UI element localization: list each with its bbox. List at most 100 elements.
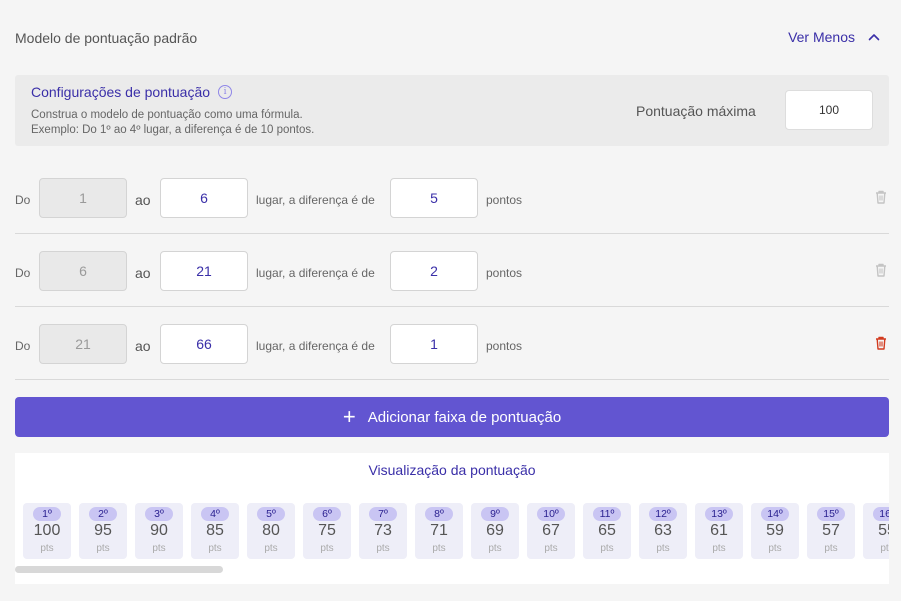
see-less-toggle[interactable]: Ver Menos [788,29,881,45]
points-value: 65 [598,522,616,539]
position-badge: 7º [369,507,397,521]
points-value: 59 [766,522,784,539]
max-score-input[interactable] [785,90,873,130]
position-badge: 3º [145,507,173,521]
points-unit: pts [488,543,502,554]
points-unit: pts [152,543,166,554]
score-card: 15º 57 pts [807,503,855,559]
points-value: 67 [542,522,560,539]
settings-example: Exemplo: Do 1º ao 4º lugar, a diferença … [31,124,315,136]
points-unit: pts [40,543,54,554]
score-visualization-title: Visualização da pontuação [368,462,536,478]
points-unit: pts [96,543,110,554]
points-unit: pts [656,543,670,554]
score-card: 5º 80 pts [247,503,295,559]
score-card: 1º 100 pts [23,503,71,559]
range-difference-input[interactable] [390,324,478,364]
score-range-row: Do ao lugar, a diferença é de pontos [15,234,889,307]
score-card: 13º 61 pts [695,503,743,559]
trash-icon [875,190,887,204]
to-label: ao [135,338,151,354]
position-badge: 5º [257,507,285,521]
difference-label: lugar, a diferença é de [256,266,375,280]
range-difference-input[interactable] [390,178,478,218]
points-value: 80 [262,522,280,539]
position-badge: 11º [593,507,621,521]
score-card: 2º 95 pts [79,503,127,559]
points-value: 95 [94,522,112,539]
see-less-label: Ver Menos [788,29,855,45]
points-unit: pts [824,543,838,554]
range-to-input[interactable] [160,324,248,364]
range-difference-input[interactable] [390,251,478,291]
add-score-range-label: Adicionar faixa de pontuação [367,408,562,426]
horizontal-scrollbar[interactable] [15,566,223,573]
settings-description: Construa o modelo de pontuação como uma … [31,109,303,121]
score-cards-strip: 1º 100 pts 2º 95 pts 3º 90 pts 4º 85 pts 5º 80 pts 6º 75… [23,503,889,559]
info-icon[interactable]: i [218,85,233,99]
from-label: Do [15,339,31,353]
points-value: 85 [206,522,224,539]
chevron-up-icon [867,30,881,44]
trash-icon[interactable] [875,336,887,350]
position-badge: 12º [649,507,677,521]
points-unit: pts [264,543,278,554]
scoring-settings-title: Configurações de pontuação i [31,84,233,100]
trash-icon [875,263,887,277]
points-value: 69 [486,522,504,539]
score-card: 14º 59 pts [751,503,799,559]
range-to-input[interactable] [160,251,248,291]
score-card: 12º 63 pts [639,503,687,559]
score-card: 6º 75 pts [303,503,351,559]
points-value: 55 [878,522,889,539]
points-unit: pts [600,543,614,554]
score-card: 10º 67 pts [527,503,575,559]
score-card: 4º 85 pts [191,503,239,559]
position-badge: 16º [873,507,889,521]
position-badge: 9º [481,507,509,521]
points-label: pontos [486,266,523,280]
points-unit: pts [880,543,889,554]
position-badge: 13º [705,507,733,521]
points-value: 73 [374,522,392,539]
score-range-row: Do ao lugar, a diferença é de pontos [15,161,889,234]
points-value: 63 [654,522,672,539]
position-badge: 15º [817,507,845,521]
points-value: 90 [150,522,168,539]
points-value: 57 [822,522,840,539]
points-value: 61 [710,522,728,539]
points-unit: pts [768,543,782,554]
points-unit: pts [376,543,390,554]
points-label: pontos [486,339,523,353]
points-value: 71 [430,522,448,539]
score-card: 7º 73 pts [359,503,407,559]
points-unit: pts [544,543,558,554]
position-badge: 6º [313,507,341,521]
difference-label: lugar, a diferença é de [256,339,375,353]
points-value: 75 [318,522,336,539]
score-card: 9º 69 pts [471,503,519,559]
position-badge: 4º [201,507,229,521]
score-card: 16º55 pts [863,503,889,559]
position-badge: 1º [33,507,61,521]
position-badge: 10º [537,507,565,521]
score-range-row: Do ao lugar, a diferença é de pontos [15,307,889,380]
score-card: 3º 90 pts [135,503,183,559]
range-from-input [39,324,127,364]
score-visualization-panel: Visualização da pontuação 1º 100 pts 2º 95 pt… [15,453,889,584]
score-card: 8º 71 pts [415,503,463,559]
range-from-input [39,251,127,291]
position-badge: 14º [761,507,789,521]
to-label: ao [135,265,151,281]
add-score-range-button[interactable]: + Adicionar faixa de pontuação [15,397,889,437]
points-unit: pts [208,543,222,554]
scoring-model-header: Modelo de pontuação padrão Ver Menos [15,28,889,48]
scoring-settings-title-text: Configurações de pontuação [31,84,211,100]
score-card: 11º 65 pts [583,503,631,559]
plus-icon: + [342,404,356,429]
to-label: ao [135,192,151,208]
points-unit: pts [712,543,726,554]
range-to-input[interactable] [160,178,248,218]
difference-label: lugar, a diferença é de [256,193,375,207]
from-label: Do [15,193,31,207]
